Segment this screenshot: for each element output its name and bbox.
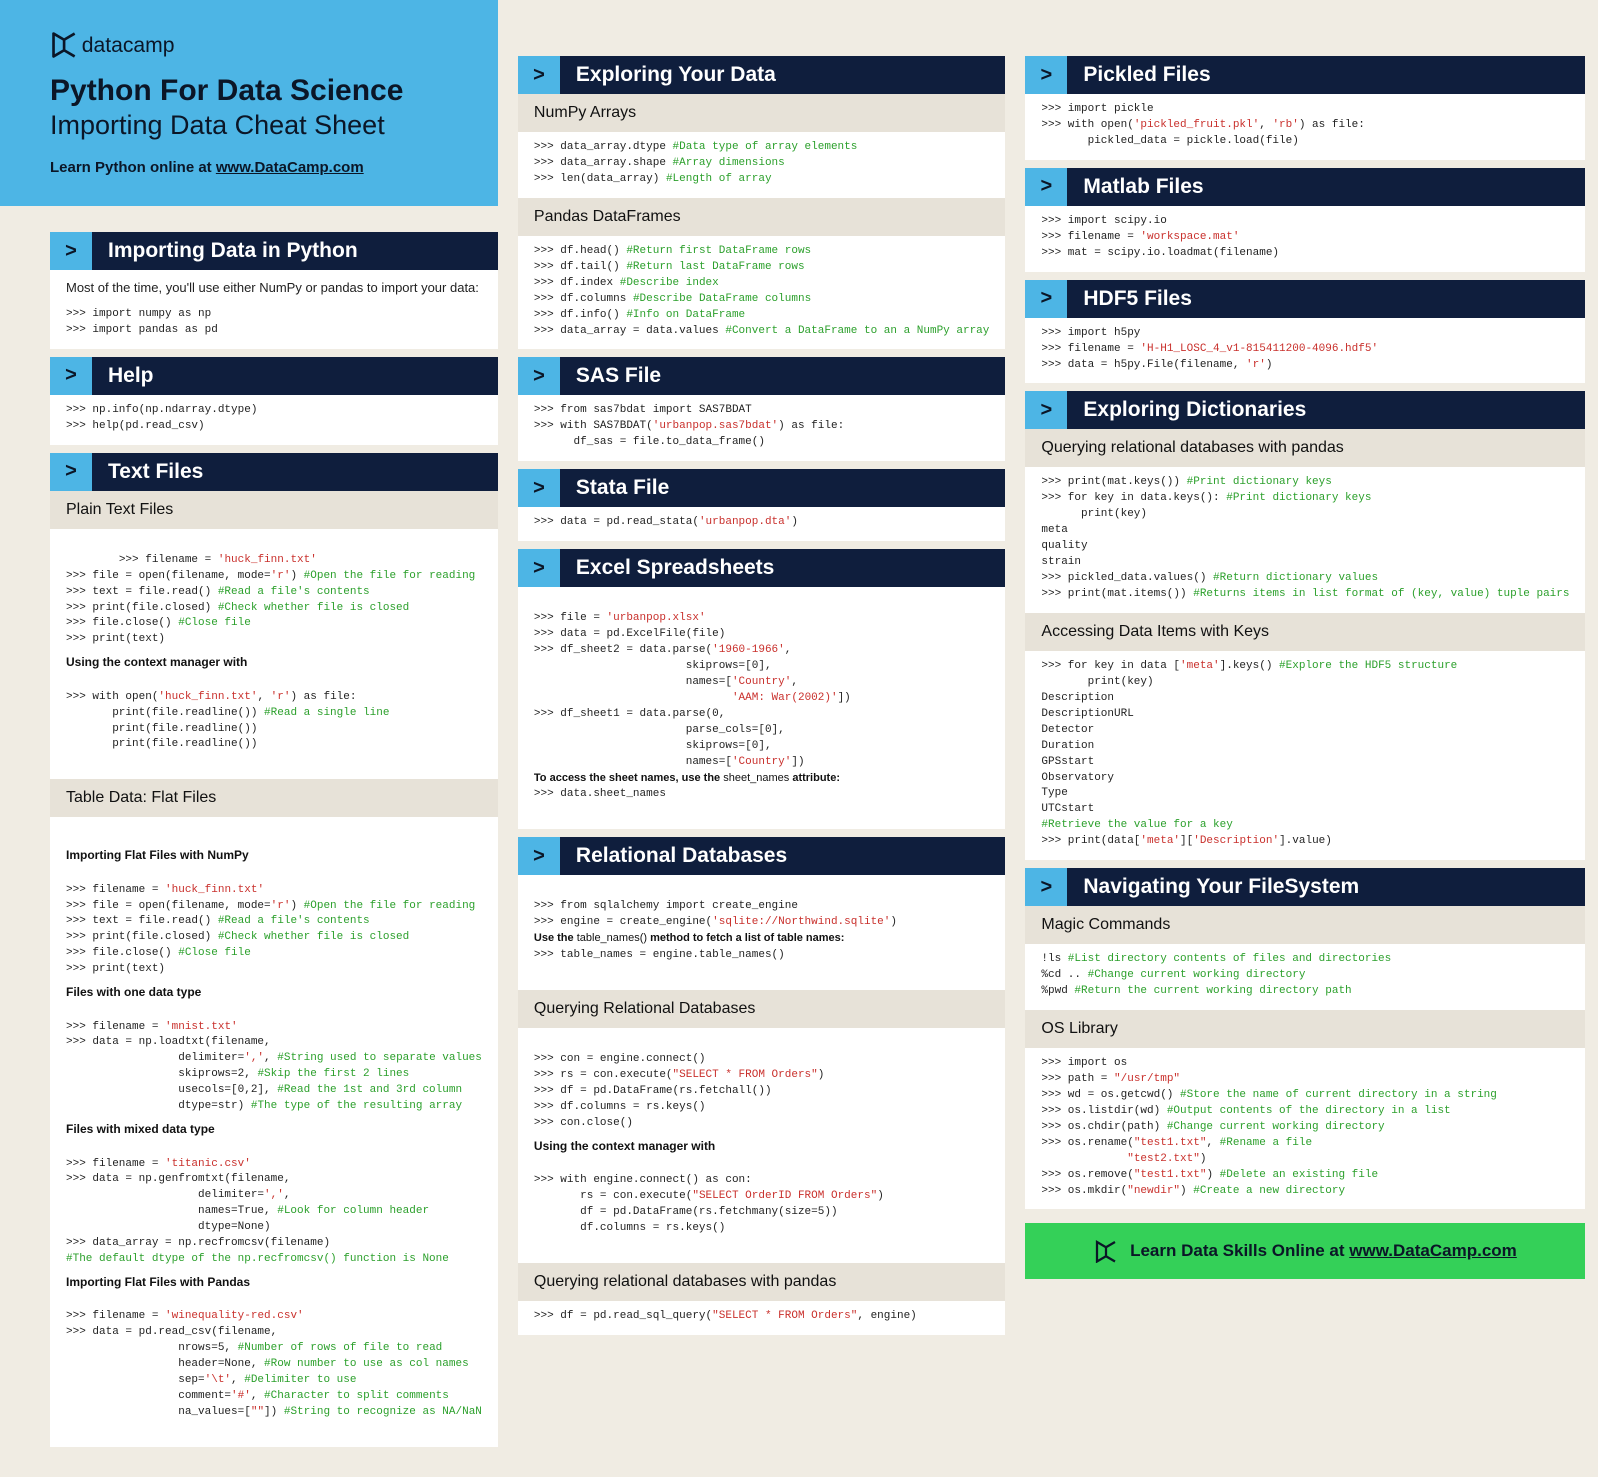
section-title: Matlab Files (1067, 168, 1585, 206)
section-dict: > Exploring Dictionaries (1025, 391, 1585, 429)
datacamp-logo: datacamp (50, 30, 453, 60)
section-hdf5: > HDF5 Files (1025, 280, 1585, 318)
note-one-dtype: Files with one data type (66, 978, 482, 1003)
chevron-icon: > (50, 232, 92, 270)
code-import: >>> import numpy as np >>> import pandas… (50, 299, 498, 349)
code-stata: >>> data = pd.read_stata('urbanpop.dta') (518, 507, 1005, 541)
chevron-icon: > (518, 357, 560, 395)
datacamp-mark-icon (1094, 1239, 1118, 1263)
section-sas: > SAS File (518, 357, 1005, 395)
section-importing: > Importing Data in Python (50, 232, 498, 270)
code-qrdb: >>> con = engine.connect() >>> rs = con.… (518, 1028, 1005, 1263)
chevron-icon: > (50, 453, 92, 491)
subhead-oslib: OS Library (1025, 1010, 1585, 1048)
section-fs: > Navigating Your FileSystem (1025, 868, 1585, 906)
section-matlab: > Matlab Files (1025, 168, 1585, 206)
subhead-qrdbp: Querying relational databases with panda… (518, 1263, 1005, 1301)
note-ctx: Using the context manager with (66, 648, 482, 673)
code-dict1: >>> print(mat.keys()) #Print dictionary … (1025, 467, 1585, 613)
code-plain: >>> filename = 'huck_finn.txt' >>> file … (50, 529, 498, 780)
svg-text:datacamp: datacamp (82, 34, 175, 57)
code-oslib: >>> import os >>> path = "/usr/tmp" >>> … (1025, 1048, 1585, 1209)
code-numpy-arr: >>> data_array.dtype #Data type of array… (518, 132, 1005, 198)
section-stata: > Stata File (518, 469, 1005, 507)
subhead-plain: Plain Text Files (50, 491, 498, 529)
section-title: HDF5 Files (1067, 280, 1585, 318)
subhead-qrdb: Querying Relational Databases (518, 990, 1005, 1028)
chevron-icon: > (1025, 280, 1067, 318)
section-title: Relational Databases (560, 837, 1005, 875)
section-title: Text Files (92, 453, 498, 491)
subhead-magic: Magic Commands (1025, 906, 1585, 944)
code-pickle: >>> import pickle >>> with open('pickled… (1025, 94, 1585, 160)
section-title: SAS File (560, 357, 1005, 395)
section-rdb: > Relational Databases (518, 837, 1005, 875)
section-title: Importing Data in Python (92, 232, 498, 270)
intro-text: Most of the time, you'll use either NumP… (50, 270, 498, 299)
header-block: datacamp Python For Data Science Importi… (0, 0, 498, 206)
main-title: Python For Data Science (50, 74, 453, 108)
column-3: > Pickled Files >>> import pickle >>> wi… (1025, 0, 1585, 1279)
subhead-qrdbp2: Querying relational databases with panda… (1025, 429, 1585, 467)
section-textfiles: > Text Files (50, 453, 498, 491)
subtitle: Importing Data Cheat Sheet (50, 110, 453, 141)
chevron-icon: > (518, 837, 560, 875)
subhead-numpy: NumPy Arrays (518, 94, 1005, 132)
chevron-icon: > (1025, 168, 1067, 206)
chevron-icon: > (1025, 868, 1067, 906)
subhead-pddf: Pandas DataFrames (518, 198, 1005, 236)
learn-link[interactable]: Learn Python online at www.DataCamp.com (50, 159, 453, 176)
section-title: Exploring Your Data (560, 56, 1005, 94)
code-magic: !ls #List directory contents of files an… (1025, 944, 1585, 1010)
chevron-icon: > (518, 549, 560, 587)
code-pddf: >>> df.head() #Return first DataFrame ro… (518, 236, 1005, 350)
note-pd-head: Importing Flat Files with Pandas (66, 1268, 482, 1293)
subhead-table: Table Data: Flat Files (50, 779, 498, 817)
code-dict2: >>> for key in data ['meta'].keys() #Exp… (1025, 651, 1585, 860)
chevron-icon: > (1025, 56, 1067, 94)
code-qrdbp: >>> df = pd.read_sql_query("SELECT * FRO… (518, 1301, 1005, 1335)
chevron-icon: > (518, 56, 560, 94)
learn-url[interactable]: www.DataCamp.com (216, 159, 364, 176)
note-np-head: Importing Flat Files with NumPy (66, 841, 482, 866)
section-title: Stata File (560, 469, 1005, 507)
section-help: > Help (50, 357, 498, 395)
chevron-icon: > (518, 469, 560, 507)
section-exploring: > Exploring Your Data (518, 56, 1005, 94)
learn-prefix: Learn Python online at (50, 159, 216, 176)
subhead-access: Accessing Data Items with Keys (1025, 613, 1585, 651)
section-title: Help (92, 357, 498, 395)
column-2: > Exploring Your Data NumPy Arrays >>> d… (518, 0, 1005, 1335)
column-1: datacamp Python For Data Science Importi… (0, 0, 498, 1447)
code-rdb: >>> from sqlalchemy import create_engine… (518, 875, 1005, 990)
code-matlab: >>> import scipy.io >>> filename = 'work… (1025, 206, 1585, 272)
code-excel: >>> file = 'urbanpop.xlsx' >>> data = pd… (518, 587, 1005, 829)
section-title: Excel Spreadsheets (560, 549, 1005, 587)
note-ctx2: Using the context manager with (534, 1132, 989, 1157)
cheat-sheet-page: datacamp Python For Data Science Importi… (0, 0, 1598, 1477)
note-mixed: Files with mixed data type (66, 1115, 482, 1140)
section-excel: > Excel Spreadsheets (518, 549, 1005, 587)
datacamp-logo-icon: datacamp (50, 30, 235, 60)
section-title: Navigating Your FileSystem (1067, 868, 1585, 906)
section-title: Pickled Files (1067, 56, 1585, 94)
code-sas: >>> from sas7bdat import SAS7BDAT >>> wi… (518, 395, 1005, 461)
section-pickled: > Pickled Files (1025, 56, 1585, 94)
code-help: >>> np.info(np.ndarray.dtype) >>> help(p… (50, 395, 498, 445)
code-flat: Importing Flat Files with NumPy >>> file… (50, 817, 498, 1447)
chevron-icon: > (1025, 391, 1067, 429)
section-title: Exploring Dictionaries (1067, 391, 1585, 429)
footer-text: Learn Data Skills Online at www.DataCamp… (1130, 1241, 1517, 1261)
footer-cta[interactable]: Learn Data Skills Online at www.DataCamp… (1025, 1223, 1585, 1279)
footer-url[interactable]: www.DataCamp.com (1349, 1241, 1517, 1260)
chevron-icon: > (50, 357, 92, 395)
code-hdf5: >>> import h5py >>> filename = 'H-H1_LOS… (1025, 318, 1585, 384)
